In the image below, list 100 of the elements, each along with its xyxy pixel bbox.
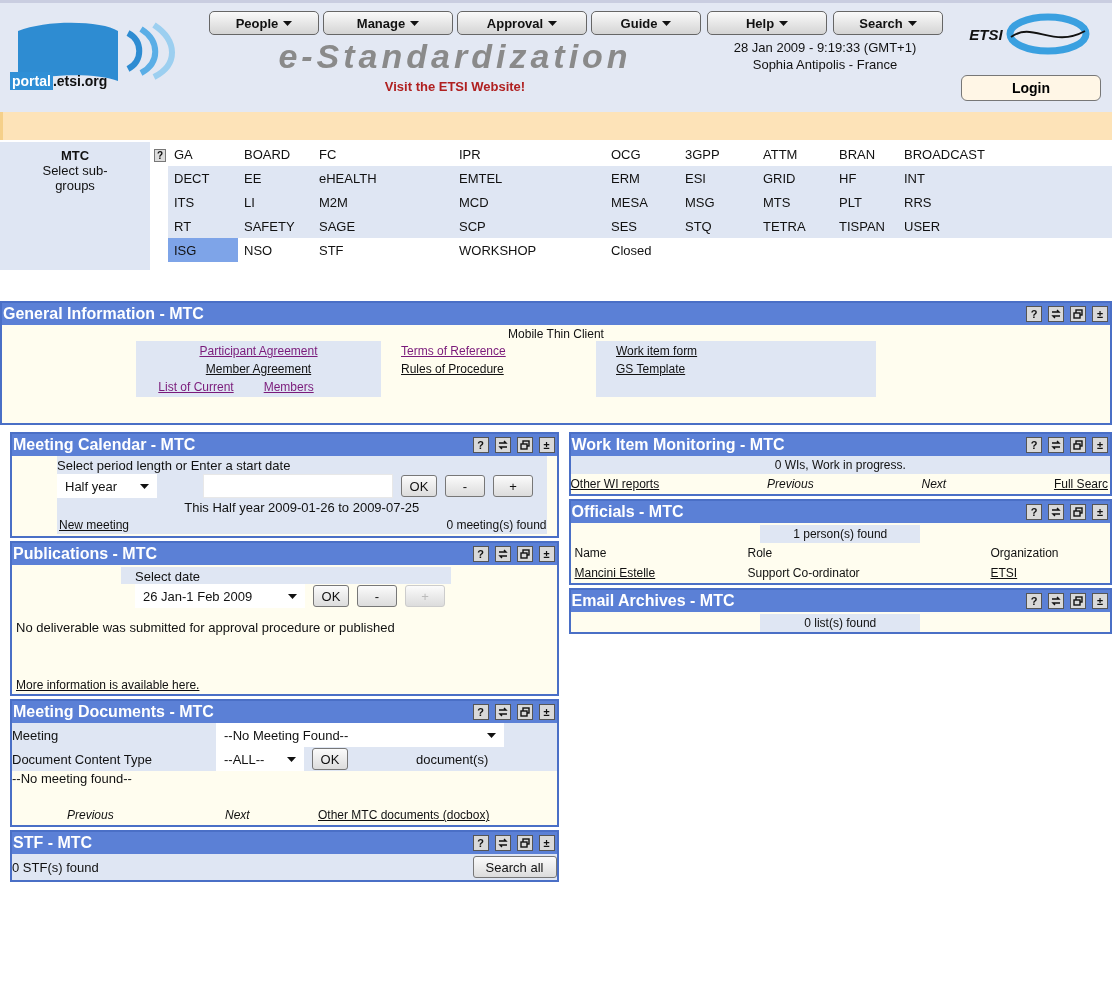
subgroup-link[interactable]: HF — [833, 166, 898, 190]
toggle-button[interactable]: ± — [1092, 437, 1108, 453]
subgroup-link[interactable]: GA — [168, 142, 238, 166]
subgroup-link[interactable]: ERM — [605, 166, 679, 190]
subgroup-link[interactable]: MESA — [605, 190, 679, 214]
link[interactable]: Members — [263, 380, 314, 394]
wi-reports-link[interactable]: Other WI reports — [570, 477, 660, 491]
restore-button[interactable] — [516, 437, 533, 453]
restore-button[interactable] — [516, 704, 533, 720]
subgroup-link[interactable]: OCG — [605, 142, 679, 166]
restore-button[interactable] — [1070, 504, 1086, 520]
subgroup-link[interactable]: PLT — [833, 190, 898, 214]
previous-button[interactable]: - — [445, 475, 485, 497]
subgroup-link[interactable]: GRID — [757, 166, 833, 190]
full-search-link[interactable]: Full Searc — [1053, 477, 1108, 491]
refresh-button[interactable] — [1048, 437, 1064, 453]
subgroup-link[interactable]: RRS — [898, 190, 1112, 214]
nav-menu-button[interactable]: Manage — [323, 11, 453, 35]
content-type-select[interactable]: --ALL-- — [216, 747, 304, 771]
link[interactable]: GS Template — [616, 362, 686, 376]
subgroup-link[interactable]: eHEALTH — [313, 166, 453, 190]
subgroup-link[interactable]: MTS — [757, 190, 833, 214]
website-link[interactable]: Visit the ETSI Website! — [384, 79, 526, 94]
ok-button[interactable]: OK — [312, 748, 348, 770]
toggle-button[interactable]: ± — [1092, 593, 1108, 609]
refresh-button[interactable] — [1048, 504, 1064, 520]
new-meeting-link[interactable]: New meeting — [59, 518, 130, 532]
refresh-button[interactable] — [494, 437, 511, 453]
subgroup-link[interactable]: USER — [898, 214, 1112, 238]
restore-button[interactable] — [1070, 593, 1086, 609]
toggle-button[interactable]: ± — [1092, 504, 1108, 520]
next-button[interactable]: + — [493, 475, 533, 497]
help-button[interactable]: ? — [154, 149, 167, 162]
subgroup-link[interactable]: BOARD — [238, 142, 313, 166]
help-button[interactable]: ? — [1026, 593, 1042, 609]
subgroup-link[interactable]: MCD — [453, 190, 605, 214]
help-button[interactable]: ? — [472, 704, 489, 720]
organization-link[interactable]: ETSI — [990, 566, 1018, 580]
link[interactable]: List of Current — [158, 380, 234, 394]
restore-button[interactable] — [1070, 306, 1086, 322]
toggle-button[interactable]: ± — [538, 704, 555, 720]
subgroup-link[interactable]: STF — [313, 238, 453, 262]
nav-menu-button[interactable]: Approval — [457, 11, 587, 35]
link[interactable]: Terms of Reference — [401, 344, 506, 358]
link[interactable]: Participant Agreement — [199, 344, 318, 358]
toggle-button[interactable]: ± — [1092, 306, 1108, 322]
subgroup-link[interactable]: BROADCAST — [898, 142, 1112, 166]
toggle-button[interactable]: ± — [538, 546, 555, 562]
subgroup-link[interactable]: DECT — [168, 166, 238, 190]
period-select[interactable]: Half year — [57, 474, 157, 498]
subgroup-link[interactable]: SES — [605, 214, 679, 238]
login-button[interactable]: Login — [961, 75, 1101, 101]
subgroup-link[interactable]: ESI — [679, 166, 757, 190]
subgroup-link[interactable]: SAFETY — [238, 214, 313, 238]
subgroup-link[interactable]: IPR — [453, 142, 605, 166]
help-button[interactable]: ? — [472, 546, 489, 562]
nav-menu-button[interactable]: Help — [707, 11, 827, 35]
subgroup-link[interactable]: SCP — [453, 214, 605, 238]
nav-menu-button[interactable]: Guide — [591, 11, 701, 35]
subgroup-link[interactable]: LI — [238, 190, 313, 214]
subgroup-link[interactable]: NSO — [238, 238, 313, 262]
search-all-button[interactable]: Search all — [472, 856, 557, 878]
subgroup-link[interactable]: ATTM — [757, 142, 833, 166]
refresh-button[interactable] — [494, 835, 511, 851]
subgroup-link[interactable]: BRAN — [833, 142, 898, 166]
subgroup-link[interactable]: EMTEL — [453, 166, 605, 190]
toggle-button[interactable]: ± — [538, 835, 555, 851]
help-button[interactable]: ? — [1026, 437, 1042, 453]
date-select[interactable]: 26 Jan-1 Feb 2009 — [135, 584, 305, 608]
help-button[interactable]: ? — [1026, 504, 1042, 520]
subgroup-link[interactable]: STQ — [679, 214, 757, 238]
subgroup-link[interactable]: SAGE — [313, 214, 453, 238]
help-button[interactable]: ? — [472, 437, 489, 453]
subgroup-link[interactable]: M2M — [313, 190, 453, 214]
restore-button[interactable] — [1070, 437, 1086, 453]
nav-menu-button[interactable]: People — [209, 11, 319, 35]
refresh-button[interactable] — [1048, 593, 1064, 609]
help-button[interactable]: ? — [472, 835, 489, 851]
refresh-button[interactable] — [494, 704, 511, 720]
link[interactable]: Rules of Procedure — [401, 362, 504, 376]
link[interactable]: Member Agreement — [205, 362, 312, 376]
subgroup-link[interactable]: ITS — [168, 190, 238, 214]
nav-menu-button[interactable]: Search — [833, 11, 943, 35]
other-documents-link[interactable]: Other MTC documents (docbox) — [318, 808, 490, 822]
restore-button[interactable] — [516, 835, 533, 851]
refresh-button[interactable] — [1048, 306, 1064, 322]
subgroup-link[interactable]: TETRA — [757, 214, 833, 238]
toggle-button[interactable]: ± — [538, 437, 555, 453]
meeting-select[interactable]: --No Meeting Found-- — [216, 723, 504, 747]
subgroup-link[interactable]: WORKSHOP — [453, 238, 605, 262]
more-info-link[interactable]: More information is available here. — [16, 678, 553, 692]
ok-button[interactable]: OK — [313, 585, 349, 607]
subgroup-link[interactable]: FC — [313, 142, 453, 166]
help-button[interactable]: ? — [1026, 306, 1042, 322]
restore-button[interactable] — [516, 546, 533, 562]
subgroup-link[interactable]: 3GPP — [679, 142, 757, 166]
previous-button[interactable]: - — [357, 585, 397, 607]
ok-button[interactable]: OK — [401, 475, 437, 497]
refresh-button[interactable] — [494, 546, 511, 562]
subgroup-link[interactable]: TISPAN — [833, 214, 898, 238]
